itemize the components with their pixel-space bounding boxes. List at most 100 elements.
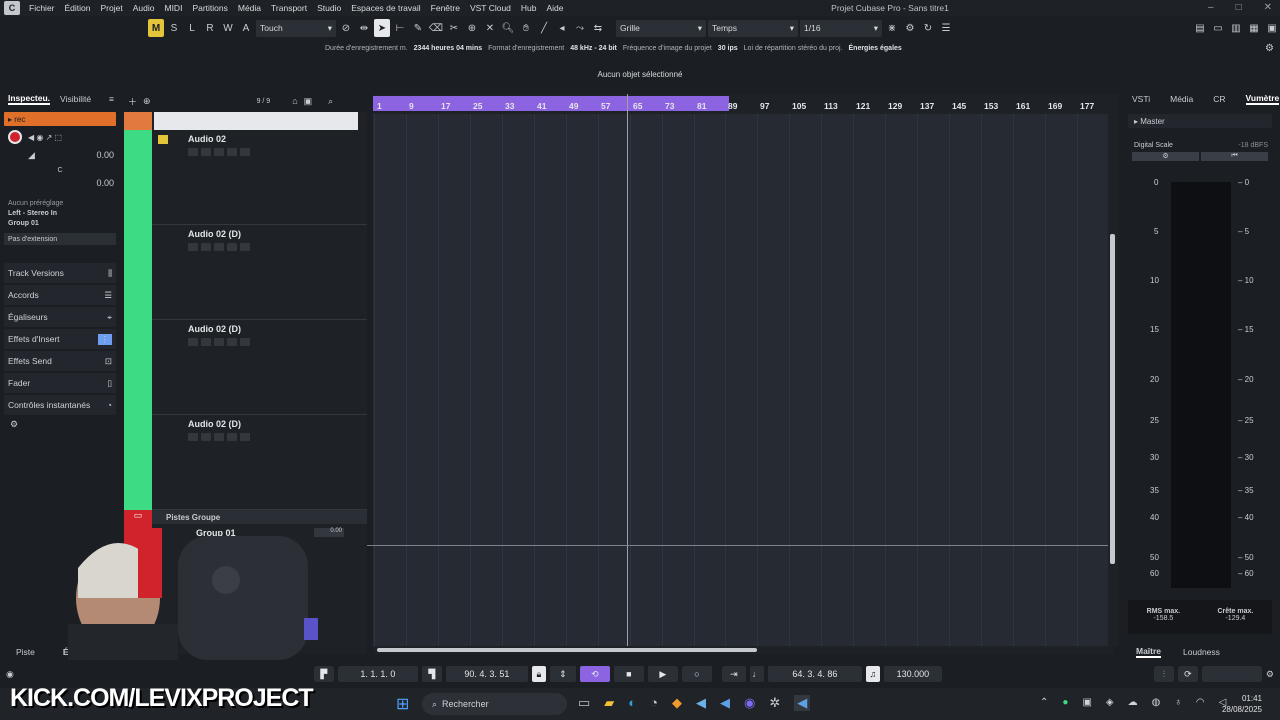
read-icon[interactable] bbox=[227, 243, 237, 251]
menu-lines-icon[interactable]: ≡ bbox=[109, 94, 114, 104]
tab-meter[interactable]: Vumètre bbox=[1245, 93, 1280, 105]
file-explorer-icon[interactable]: ▰ bbox=[604, 695, 614, 711]
chrome-icon[interactable]: ◔ bbox=[650, 695, 658, 711]
tray-app-icon[interactable]: ▣ bbox=[1082, 697, 1091, 708]
mute-icon[interactable] bbox=[201, 433, 211, 441]
quantize-select[interactable]: 1/16 ▾ bbox=[800, 19, 882, 37]
track-name[interactable]: Audio 02 (D) bbox=[188, 324, 241, 334]
track-name[interactable]: Audio 02 (D) bbox=[188, 229, 241, 239]
rec-track-header[interactable] bbox=[154, 112, 358, 130]
lock-icon[interactable]: 🔒︎ bbox=[531, 666, 546, 682]
left-locator-icon[interactable]: ▛ bbox=[313, 666, 334, 682]
menu-studio[interactable]: Studio bbox=[312, 3, 346, 13]
section-sends[interactable]: Effets Send ⊡ bbox=[4, 351, 116, 371]
tab-visibility[interactable]: Visibilité bbox=[60, 94, 91, 104]
section-quick-controls[interactable]: Contrôles instantanés ◔ bbox=[4, 395, 116, 415]
menu-media[interactable]: Média bbox=[233, 3, 266, 13]
minimize-icon[interactable]: – bbox=[1208, 2, 1214, 13]
track-name-header[interactable]: ▸ rec bbox=[4, 112, 116, 126]
tempo-display[interactable]: 130.000 bbox=[883, 666, 942, 682]
section-chords[interactable]: Accords ☰ bbox=[4, 285, 116, 305]
section-inserts[interactable]: Effets d'Insert ⋮ bbox=[4, 329, 116, 349]
read-icon[interactable] bbox=[227, 148, 237, 156]
windows-start-icon[interactable]: ⊞ bbox=[396, 694, 409, 714]
discord-icon[interactable]: ◉ bbox=[744, 695, 755, 711]
monitor-icon[interactable] bbox=[188, 338, 198, 346]
punch-icon[interactable]: ⇕ bbox=[549, 666, 576, 682]
task-view-icon[interactable]: ▭ bbox=[578, 695, 590, 711]
right-locator[interactable]: 90. 4. 3. 51 bbox=[445, 666, 528, 682]
write-mode-button[interactable]: W bbox=[220, 19, 236, 37]
write-icon[interactable] bbox=[240, 148, 250, 156]
refresh-icon[interactable]: ↻ bbox=[920, 19, 936, 37]
automation-mode-select[interactable]: Touch ▾ bbox=[256, 19, 336, 37]
chrome-icon[interactable]: ✲ bbox=[769, 695, 780, 711]
tab-cr[interactable]: CR bbox=[1213, 94, 1225, 104]
menu-aide[interactable]: Aide bbox=[542, 3, 569, 13]
record-enable-button[interactable] bbox=[8, 130, 22, 144]
split-tool-icon[interactable]: ✂ bbox=[446, 19, 462, 37]
mute-icon[interactable] bbox=[201, 243, 211, 251]
mute-mode-button[interactable]: M bbox=[148, 19, 164, 37]
preset-field[interactable]: Aucun préréglage bbox=[4, 200, 116, 207]
reset-icon[interactable]: ⏮ bbox=[1201, 152, 1268, 161]
layout-full-icon[interactable]: ▣ bbox=[1264, 19, 1280, 37]
menu-audio[interactable]: Audio bbox=[128, 3, 160, 13]
write-icon[interactable] bbox=[240, 338, 250, 346]
menu-vstcloud[interactable]: VST Cloud bbox=[465, 3, 516, 13]
monitor-icon[interactable]: ◀ ◉ ↗ ⬚ bbox=[28, 133, 62, 142]
track-row[interactable]: Audio 02 (D) bbox=[124, 320, 367, 415]
chevron-up-icon[interactable]: ⌃ bbox=[1040, 697, 1048, 708]
quantize-icon[interactable]: ⋇ bbox=[884, 19, 900, 37]
mute-tool-icon[interactable]: ✕ bbox=[482, 19, 498, 37]
select-tool-icon[interactable]: ➤ bbox=[374, 19, 390, 37]
range-tool-icon[interactable]: ⊢ bbox=[392, 19, 408, 37]
layout-right-icon[interactable]: ▦ bbox=[1246, 19, 1262, 37]
menu-transport[interactable]: Transport bbox=[266, 3, 312, 13]
write-icon[interactable] bbox=[240, 243, 250, 251]
tray-app-icon[interactable]: ◍ bbox=[1152, 697, 1161, 708]
section-fader[interactable]: Fader ▯ bbox=[4, 373, 116, 393]
comp-tool-icon[interactable]: ⤳ bbox=[572, 19, 588, 37]
arrangement-area[interactable] bbox=[373, 94, 1113, 646]
vertical-scrollbar[interactable] bbox=[1108, 94, 1118, 646]
menu-hub[interactable]: Hub bbox=[516, 3, 542, 13]
monitor-icon[interactable] bbox=[188, 148, 198, 156]
monitor-icon[interactable] bbox=[188, 433, 198, 441]
add-folder-icon[interactable]: ⊕ bbox=[143, 96, 151, 107]
snap-icon[interactable]: ⇆ bbox=[590, 19, 606, 37]
output-routing[interactable]: Group 01 bbox=[4, 220, 116, 227]
tab-track[interactable]: Piste bbox=[16, 647, 35, 657]
microphone-icon[interactable]: ♁ bbox=[1174, 697, 1182, 708]
tray-app-icon[interactable]: ● bbox=[1062, 697, 1068, 708]
read-icon[interactable] bbox=[227, 433, 237, 441]
solo-mode-button[interactable]: S bbox=[166, 19, 182, 37]
track-row[interactable]: Audio 02 bbox=[124, 130, 367, 225]
edge-icon[interactable]: ◐ bbox=[628, 695, 636, 711]
tab-vsti[interactable]: VSTi bbox=[1132, 94, 1150, 104]
solo-icon[interactable] bbox=[214, 148, 224, 156]
visibility-icon[interactable]: ⌂ bbox=[292, 96, 297, 106]
grid-type-select[interactable]: Temps ▾ bbox=[708, 19, 798, 37]
volume-value[interactable]: 0.00 bbox=[96, 150, 114, 161]
input-routing[interactable]: Left - Stereo In bbox=[4, 210, 116, 217]
settings-icon[interactable]: ⚙ bbox=[4, 419, 116, 430]
section-eq[interactable]: Égaliseurs ⌖ bbox=[4, 307, 116, 327]
pan-value[interactable]: 0.00 bbox=[4, 178, 116, 188]
mute-icon[interactable] bbox=[201, 148, 211, 156]
settings-icon[interactable]: ⚙ bbox=[1265, 43, 1274, 54]
click-icon[interactable]: ♫ bbox=[865, 666, 880, 682]
settings-icon[interactable]: ⚙ bbox=[902, 19, 918, 37]
settings-icon[interactable]: ⚙ bbox=[1266, 669, 1274, 680]
cubase-logo-icon[interactable]: C bbox=[4, 1, 20, 15]
menu-edition[interactable]: Édition bbox=[60, 3, 96, 13]
tab-media[interactable]: Média bbox=[1170, 94, 1193, 104]
scrollbar-thumb[interactable] bbox=[377, 648, 757, 652]
search-icon[interactable]: ⌕ bbox=[328, 96, 333, 107]
sync-icon[interactable]: ⟳ bbox=[1177, 666, 1198, 682]
menu-midi[interactable]: MIDI bbox=[159, 3, 187, 13]
track-name[interactable]: Audio 02 (D) bbox=[188, 419, 241, 429]
pan-center[interactable]: C bbox=[4, 167, 116, 174]
metronome-icon[interactable]: ♩ bbox=[749, 666, 764, 682]
app-icon[interactable]: ◀ bbox=[720, 695, 730, 711]
